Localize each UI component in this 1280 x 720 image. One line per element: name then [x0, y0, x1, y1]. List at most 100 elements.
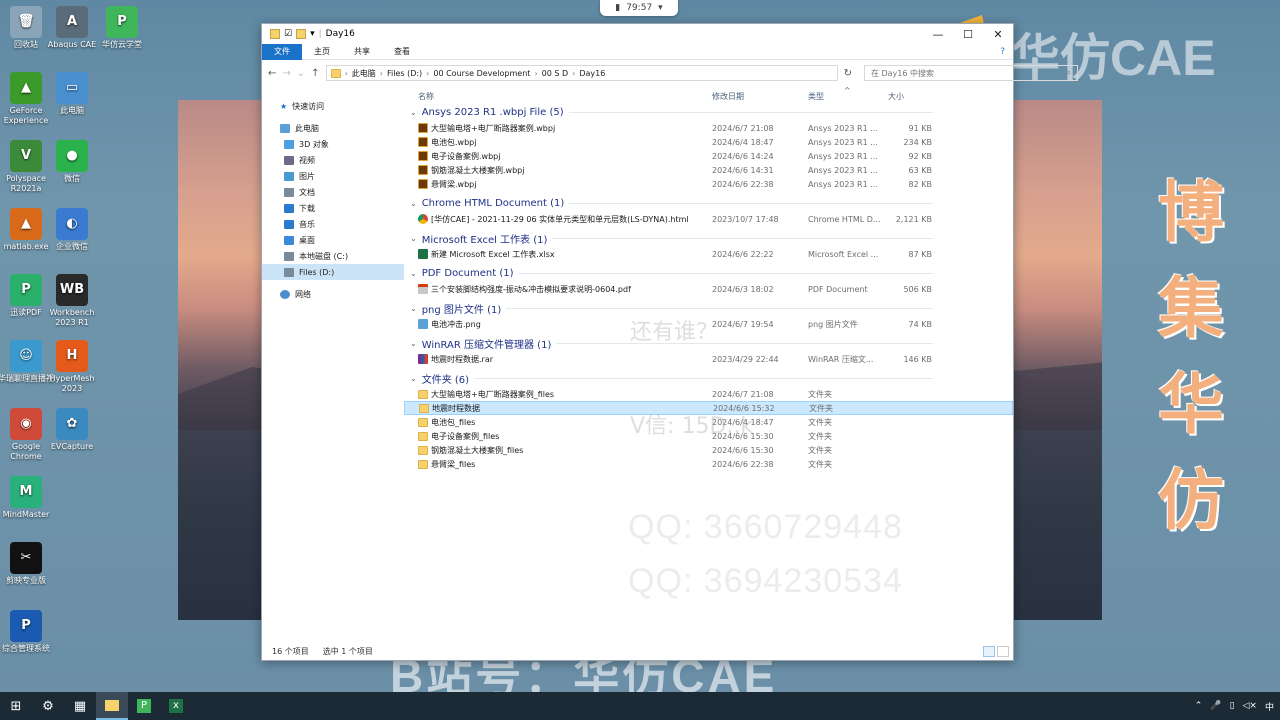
desktop-icon[interactable]: WB Workbench 2023 R1 [42, 274, 102, 328]
minimize-button[interactable]: — [923, 24, 953, 44]
breadcrumb-item[interactable]: 00 Course Development [433, 69, 530, 78]
file-row[interactable]: 大型输电塔+电厂断路器案例_files 2024/6/7 21:08 文件夹 [404, 387, 1013, 401]
tab-share[interactable]: 共享 [342, 44, 382, 60]
quick-access-dropdown-icon[interactable]: ▾ [310, 29, 315, 39]
search-input[interactable]: 在 Day16 中搜索 ⌕ [863, 65, 1078, 81]
up-arrow-icon[interactable]: ↑ [311, 68, 319, 79]
desktop-icon[interactable]: P 综合管理系统 [0, 610, 56, 654]
chevron-down-icon[interactable]: ⌄ [410, 339, 417, 348]
nav-network[interactable]: 网络 [262, 286, 404, 302]
chevron-down-icon[interactable]: ⌄ [410, 374, 417, 383]
nav-this-pc[interactable]: 此电脑 [262, 120, 404, 136]
nav-item[interactable]: 文档 [262, 184, 404, 200]
chevron-down-icon[interactable]: ▾ [658, 3, 663, 13]
app-icon: M [10, 476, 42, 508]
breadcrumb-item[interactable]: 00 S D [542, 69, 569, 78]
desktop-icon[interactable]: P 华仿云学堂 [92, 6, 152, 50]
file-row[interactable]: 电子设备案例.wbpj 2024/6/6 14:24 Ansys 2023 R1 .… [404, 149, 1013, 163]
file-row[interactable]: 电池包.wbpj 2024/6/4 18:47 Ansys 2023 R1 ... 2… [404, 135, 1013, 149]
group-title: Chrome HTML Document (1) [421, 198, 565, 209]
group-header[interactable]: ⌄ Ansys 2023 R1 .wbpj File (5) [404, 104, 1013, 121]
nav-item[interactable]: 桌面 [262, 232, 404, 248]
desktop-icon[interactable]: ✂ 剪映专业版 [0, 542, 56, 586]
nav-item[interactable]: 下载 [262, 200, 404, 216]
breadcrumb-item[interactable]: 此电脑 [352, 68, 376, 79]
file-row[interactable]: 钢筋混凝土大楼案例_files 2024/6/6 15:30 文件夹 [404, 443, 1013, 457]
file-row[interactable]: 钢筋混凝土大楼案例.wbpj 2024/6/6 14:31 Ansys 2023 R… [404, 163, 1013, 177]
file-row[interactable]: [华仿CAE] - 2021-11-29 06 实体单元类型和单元层数(LS-D… [404, 212, 1013, 226]
nav-item[interactable]: 本地磁盘 (C:) [262, 248, 404, 264]
tab-home[interactable]: 主页 [302, 44, 342, 60]
breadcrumb-item[interactable]: Day16 [579, 69, 605, 78]
tab-file[interactable]: 文件 [262, 43, 302, 60]
nav-item[interactable]: 音乐 [262, 216, 404, 232]
new-folder-icon[interactable] [296, 29, 307, 39]
breadcrumb-separator-icon[interactable]: › [345, 69, 348, 78]
nav-item[interactable]: 视频 [262, 152, 404, 168]
desktop-icon[interactable]: H HyperMesh 2023 [42, 340, 102, 394]
desktop-icon[interactable]: ● 微信 [42, 140, 102, 184]
desktop-icon[interactable]: ◐ 企业微信 [42, 208, 102, 252]
tray-chevron-icon[interactable]: ⌃ [1195, 701, 1203, 711]
group-header[interactable]: ⌄ Chrome HTML Document (1) [404, 195, 1013, 212]
desktop-icon[interactable]: M MindMaster [0, 476, 56, 520]
forward-arrow-icon[interactable]: → [282, 68, 290, 79]
file-size: 146 KB [903, 354, 932, 364]
excel-icon[interactable]: x [160, 692, 192, 720]
column-date[interactable]: 修改日期 [712, 91, 744, 102]
nav-quick-access[interactable]: ★ 快速访问 [262, 98, 404, 114]
file-row[interactable]: 悬臂梁_files 2024/6/6 22:38 文件夹 [404, 457, 1013, 471]
chevron-down-icon[interactable]: ⌄ [410, 234, 417, 243]
desktop-icon[interactable]: ✿ EVCapture [42, 408, 102, 452]
refresh-icon[interactable]: ↻ [844, 68, 852, 79]
nav-label: 3D 对象 [299, 139, 329, 149]
input-language[interactable]: 中 [1265, 700, 1274, 713]
breadcrumb-separator-icon[interactable]: › [572, 69, 575, 78]
desktop-icon-label: 剪映专业版 [6, 576, 46, 585]
group-header[interactable]: ⌄ Microsoft Excel 工作表 (1) [404, 230, 1013, 247]
volume-icon[interactable]: ◁× [1243, 701, 1257, 711]
file-size: 82 KB [908, 179, 932, 189]
recent-chevron-icon[interactable]: ⌄ [297, 68, 305, 79]
desktop-icon[interactable]: ▭ 此电脑 [42, 72, 102, 116]
nav-item[interactable]: Files (D:) [262, 264, 404, 280]
group-header[interactable]: ⌄ PDF Document (1) [404, 265, 1013, 282]
network-tray-icon[interactable]: ▯ [1230, 701, 1235, 711]
file-date: 2024/6/6 22:22 [712, 249, 774, 259]
breadcrumb-separator-icon[interactable]: › [534, 69, 537, 78]
file-explorer-icon[interactable] [96, 692, 128, 720]
chevron-down-icon[interactable]: ⌄ [410, 199, 417, 208]
close-button[interactable]: ✕ [983, 24, 1013, 44]
file-row[interactable]: 大型输电塔+电厂断路器案例.wbpj 2024/6/7 21:08 Ansys 20… [404, 121, 1013, 135]
file-row[interactable]: 悬臂梁.wbpj 2024/6/6 22:38 Ansys 2023 R1 ... 8… [404, 177, 1013, 191]
details-view-icon[interactable] [983, 646, 995, 657]
chevron-down-icon[interactable]: ⌄ [410, 304, 417, 313]
help-icon[interactable]: ? [1000, 47, 1005, 57]
column-name[interactable]: 名称 [418, 91, 434, 102]
file-row[interactable]: 地震时程数据.rar 2023/4/29 22:44 WinRAR 压缩文... 14… [404, 352, 1013, 366]
nav-item[interactable]: 图片 [262, 168, 404, 184]
huafang-app-icon[interactable]: P [128, 692, 160, 720]
file-row[interactable]: 三个安装脚结构强度-振动&冲击模拟要求说明-0604.pdf 2024/6/3 1… [404, 282, 1013, 296]
large-icons-view-icon[interactable] [997, 646, 1009, 657]
maximize-button[interactable]: ☐ [953, 24, 983, 44]
column-size[interactable]: 大小 [888, 91, 904, 102]
breadcrumb-separator-icon[interactable]: › [426, 69, 429, 78]
microphone-icon[interactable]: 🎤 [1210, 701, 1221, 711]
breadcrumb-separator-icon[interactable]: › [380, 69, 383, 78]
column-type[interactable]: 类型 [808, 91, 824, 102]
tab-view[interactable]: 查看 [382, 44, 422, 60]
settings-icon[interactable]: ⚙ [32, 692, 64, 720]
properties-icon[interactable]: ☑ [284, 29, 292, 39]
address-bar[interactable]: › 此电脑 › Files (D:) › 00 Course Development › 00… [325, 65, 838, 81]
nav-item[interactable]: 3D 对象 [262, 136, 404, 152]
group-header[interactable]: ⌄ 文件夹 (6) [404, 370, 1013, 387]
chevron-down-icon[interactable]: ⌄ [410, 108, 417, 117]
start-button[interactable]: ⊞ [0, 692, 32, 720]
file-row[interactable]: 新建 Microsoft Excel 工作表.xlsx 2024/6/6 22:2… [404, 247, 1013, 261]
back-arrow-icon[interactable]: ← [268, 68, 276, 79]
breadcrumb-item[interactable]: Files (D:) [387, 69, 422, 78]
calculator-icon[interactable]: ▦ [64, 692, 96, 720]
chevron-down-icon[interactable]: ⌄ [410, 269, 417, 278]
file-name: 钢筋混凝土大楼案例_files [431, 445, 524, 455]
